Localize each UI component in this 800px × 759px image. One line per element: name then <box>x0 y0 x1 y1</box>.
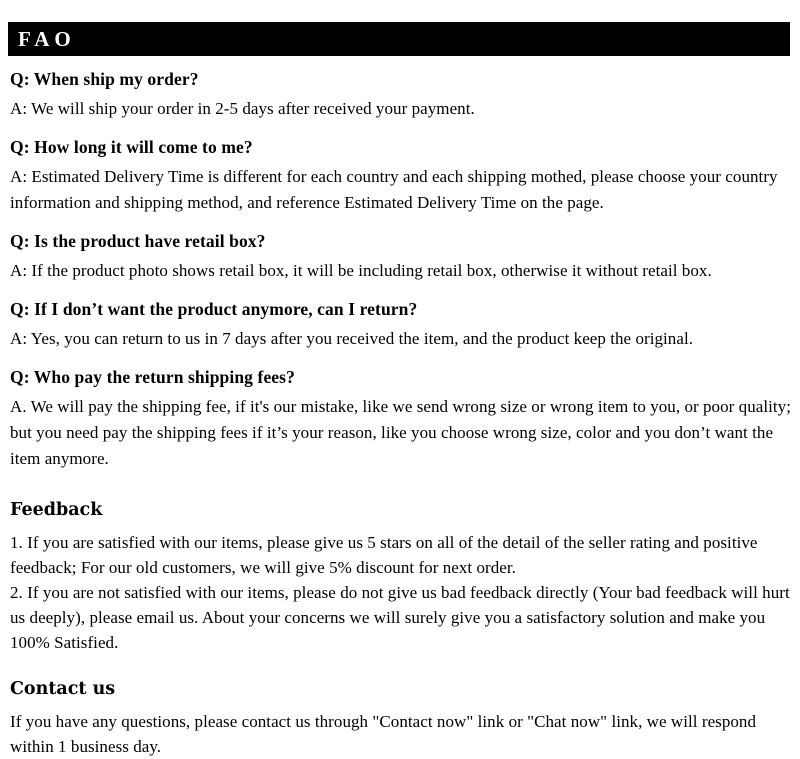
faq-answer: A. We will pay the shipping fee, if it's… <box>10 397 792 468</box>
page-header-bar: FAO <box>8 22 790 56</box>
faq-answer: A: We will ship your order in 2-5 days a… <box>10 99 475 118</box>
faq-question: Q: When ship my order? <box>10 69 199 89</box>
contact-body: If you have any questions, please contac… <box>10 712 757 756</box>
feedback-heading: Feedback <box>10 500 103 520</box>
faq-item: Q: Who pay the return shipping fees? A. … <box>10 364 792 472</box>
contact-section: Contact us If you have any questions, pl… <box>10 677 792 759</box>
faq-item: Q: How long it will come to me? A: Estim… <box>10 134 792 216</box>
contact-heading: Contact us <box>10 679 116 699</box>
feedback-section: Feedback 1. If you are satisfied with ou… <box>10 498 792 655</box>
faq-content: Q: When ship my order? A: We will ship y… <box>10 66 792 759</box>
faq-item: Q: When ship my order? A: We will ship y… <box>10 66 792 122</box>
feedback-point-1: 1. If you are satisfied with our items, … <box>10 533 758 577</box>
faq-answer: A: If the product photo shows retail box… <box>10 261 712 280</box>
faq-item: Q: If I don’t want the product anymore, … <box>10 296 792 352</box>
faq-question: Q: Who pay the return shipping fees? <box>10 367 295 387</box>
faq-item: Q: Is the product have retail box? A: If… <box>10 228 792 284</box>
faq-question: Q: If I don’t want the product anymore, … <box>10 299 418 319</box>
faq-question: Q: Is the product have retail box? <box>10 231 266 251</box>
faq-answer: A: Yes, you can return to us in 7 days a… <box>10 329 694 348</box>
faq-answer: A: Estimated Delivery Time is different … <box>10 167 778 212</box>
page-title: FAO <box>18 26 76 51</box>
feedback-point-2: 2. If you are not satisfied with our ite… <box>10 583 790 652</box>
faq-question: Q: How long it will come to me? <box>10 137 253 157</box>
faq-page: FAO Q: When ship my order? A: We will sh… <box>0 0 800 756</box>
